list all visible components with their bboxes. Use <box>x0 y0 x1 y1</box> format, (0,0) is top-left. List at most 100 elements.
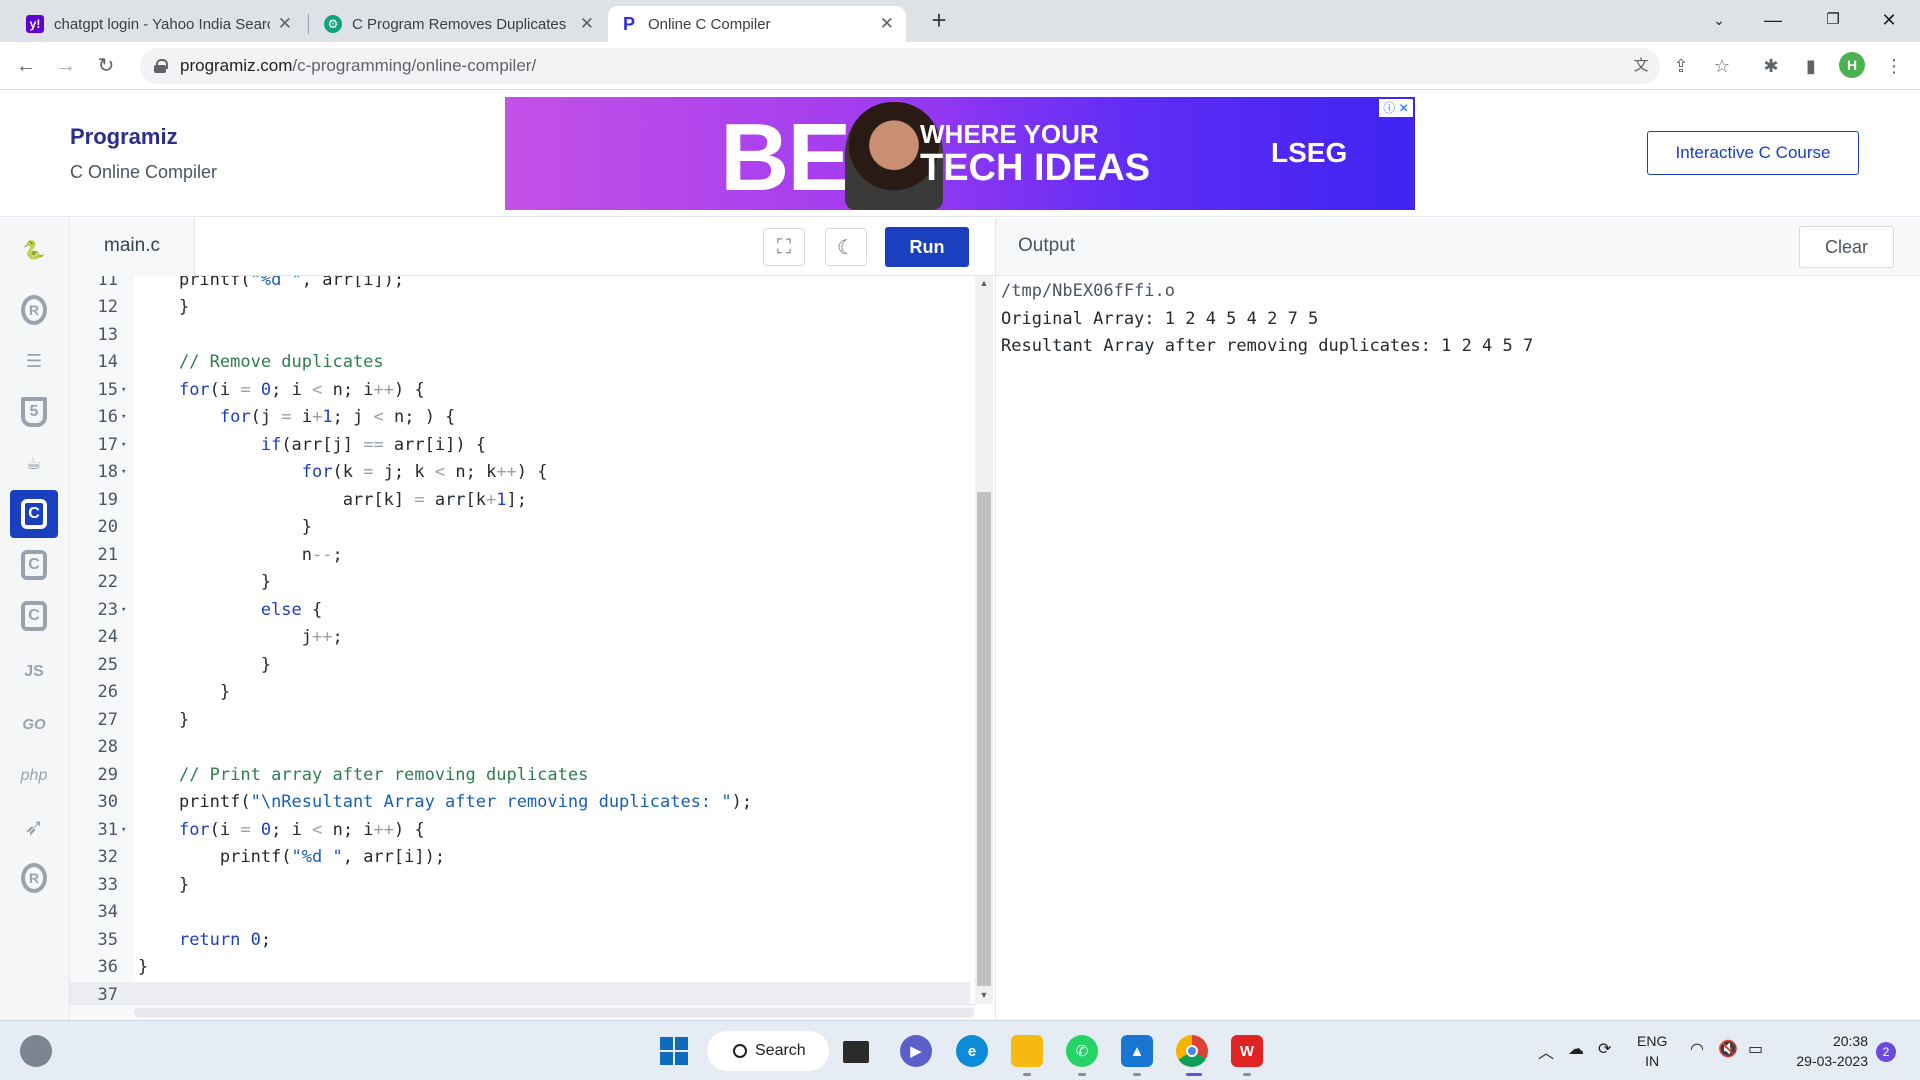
bookmark-star-icon[interactable]: ☆ <box>1709 53 1735 79</box>
fold-chevron-icon[interactable]: ▾ <box>121 404 126 432</box>
code-line[interactable]: 22 } <box>70 569 970 597</box>
share-icon[interactable]: ⇪ <box>1668 53 1694 79</box>
swift-icon[interactable]: ➶ <box>10 803 58 851</box>
chrome-icon[interactable] <box>1176 1035 1208 1067</box>
code-line[interactable]: 27 } <box>70 707 970 735</box>
dark-mode-moon-icon[interactable]: ☾ <box>825 228 867 266</box>
side-panel-icon[interactable]: ▮ <box>1798 53 1824 79</box>
photos-app-icon[interactable]: ▲ <box>1121 1035 1153 1067</box>
file-tab-main-c[interactable]: main.c <box>70 218 195 276</box>
sync-icon[interactable]: ⟳ <box>1598 1039 1611 1059</box>
code-line[interactable]: 23 ▾ else { <box>70 597 970 625</box>
java-icon[interactable]: ☕ <box>10 439 58 487</box>
reload-icon[interactable]: ↻ <box>90 50 122 82</box>
forward-arrow-icon[interactable]: → <box>50 50 82 82</box>
code-line[interactable]: 36} <box>70 954 970 982</box>
code-line[interactable]: 31 ▾ for(i = 0; i < n; i++) { <box>70 817 970 845</box>
ad-banner[interactable]: BE WHERE YOUR TECH IDEAS LSEG ⓘ ✕ <box>505 97 1415 210</box>
fold-chevron-icon[interactable]: ▾ <box>121 377 126 405</box>
cplusplus-icon[interactable]: C <box>10 541 58 589</box>
extensions-puzzle-icon[interactable]: ✱ <box>1758 53 1784 79</box>
programiz-logo[interactable]: Programiz <box>70 124 178 150</box>
minimize-button[interactable]: — <box>1746 0 1800 42</box>
close-icon[interactable]: ✕ <box>278 14 292 34</box>
run-button[interactable]: Run <box>885 227 969 267</box>
wifi-icon[interactable]: ◠ <box>1690 1039 1704 1059</box>
input-language-indicator[interactable]: ENG IN <box>1637 1031 1667 1071</box>
profile-avatar[interactable]: H <box>1839 52 1865 78</box>
translate-icon[interactable]: 文 <box>1628 53 1654 79</box>
code-line[interactable]: 32 printf("%d ", arr[i]); <box>70 844 970 872</box>
scrollbar-thumb[interactable] <box>134 1008 974 1017</box>
r-language-icon[interactable]: R <box>10 286 58 334</box>
code-line[interactable]: 28 <box>70 734 970 762</box>
code-line[interactable]: 25 } <box>70 652 970 680</box>
code-line[interactable]: 21 n--; <box>70 542 970 570</box>
code-line[interactable]: 15 ▾ for(i = 0; i < n; i++) { <box>70 377 970 405</box>
code-editor[interactable]: 11 printf("%d ", arr[i]); 12 } 13 14 // Rem… <box>70 276 995 1020</box>
scroll-down-icon[interactable]: ▼ <box>978 990 990 1000</box>
new-tab-button[interactable]: + <box>924 6 954 36</box>
scroll-up-icon[interactable]: ▲ <box>978 278 990 288</box>
c-language-icon[interactable]: C <box>10 490 58 538</box>
wps-office-icon[interactable]: W <box>1231 1035 1263 1067</box>
python-icon[interactable]: 🐍 <box>10 226 58 274</box>
close-icon[interactable]: ✕ <box>580 14 594 34</box>
code-line[interactable]: 29 // Print array after removing duplica… <box>70 762 970 790</box>
fullscreen-icon[interactable]: ⛶ <box>763 228 805 266</box>
javascript-icon[interactable]: JS <box>10 648 58 696</box>
edge-browser-icon[interactable]: e <box>956 1035 988 1067</box>
code-line[interactable]: 16 ▾ for(j = i+1; j < n; ) { <box>70 404 970 432</box>
clear-button[interactable]: Clear <box>1799 226 1894 268</box>
whatsapp-icon[interactable]: ✆ <box>1066 1035 1098 1067</box>
system-clock[interactable]: 20:38 29-03-2023 <box>1786 1031 1868 1071</box>
tab-online-c-compiler[interactable]: P Online C Compiler ✕ <box>608 6 906 42</box>
code-line[interactable]: 26 } <box>70 679 970 707</box>
fold-chevron-icon[interactable]: ▾ <box>121 817 126 845</box>
interactive-course-button[interactable]: Interactive C Course <box>1647 131 1859 175</box>
teams-chat-icon[interactable]: ▶ <box>900 1035 932 1067</box>
go-icon[interactable]: GO <box>10 700 58 748</box>
editor-horizontal-scrollbar[interactable] <box>70 1004 975 1020</box>
address-bar[interactable]: programiz.com/c-programming/online-compi… <box>140 48 1660 84</box>
windows-start-icon[interactable] <box>658 1035 690 1067</box>
back-arrow-icon[interactable]: ← <box>10 50 42 82</box>
code-line[interactable]: 30 printf("\nResultant Array after remov… <box>70 789 970 817</box>
onedrive-cloud-icon[interactable]: ☁ <box>1568 1039 1584 1059</box>
notification-badge[interactable]: 2 <box>1876 1042 1896 1062</box>
fold-chevron-icon[interactable]: ▾ <box>121 597 126 625</box>
speaker-muted-icon[interactable]: 🔇 <box>1718 1039 1738 1059</box>
file-explorer-icon[interactable] <box>1011 1035 1043 1067</box>
weather-widget-icon[interactable] <box>20 1035 52 1067</box>
code-line[interactable]: 34 <box>70 899 970 927</box>
scrollbar-thumb[interactable] <box>977 492 991 986</box>
code-line[interactable]: 17 ▾ if(arr[j] == arr[i]) { <box>70 432 970 460</box>
restore-button[interactable]: ❐ <box>1806 0 1860 42</box>
code-line[interactable]: 12 } <box>70 294 970 322</box>
close-window-button[interactable]: ✕ <box>1862 0 1916 42</box>
code-line[interactable]: 14 // Remove duplicates <box>70 349 970 377</box>
rust-icon[interactable]: R <box>10 854 58 902</box>
tab-c-program-duplicates[interactable]: ⚙ C Program Removes Duplicates ✕ <box>312 6 606 42</box>
html5-icon[interactable]: 5 <box>10 388 58 436</box>
code-line[interactable]: 11 printf("%d ", arr[i]); <box>70 276 970 295</box>
fold-chevron-icon[interactable]: ▾ <box>121 432 126 460</box>
task-view-icon[interactable] <box>843 1041 869 1063</box>
code-line[interactable]: 33 } <box>70 872 970 900</box>
code-line[interactable]: 20 } <box>70 514 970 542</box>
csharp-icon[interactable]: C <box>10 592 58 640</box>
fold-chevron-icon[interactable]: ▾ <box>121 459 126 487</box>
tab-yahoo-search[interactable]: y! chatgpt login - Yahoo India Searc ✕ <box>14 6 304 42</box>
php-icon[interactable]: php <box>10 752 58 800</box>
ad-close-icon[interactable]: ⓘ ✕ <box>1379 99 1413 117</box>
code-line[interactable]: 18 ▾ for(k = j; k < n; k++) { <box>70 459 970 487</box>
code-line[interactable]: 13 <box>70 322 970 350</box>
menu-kebab-icon[interactable]: ⋮ <box>1881 53 1907 79</box>
taskbar-search[interactable]: Search <box>707 1031 829 1071</box>
code-line[interactable]: 19 arr[k] = arr[k+1]; <box>70 487 970 515</box>
close-icon[interactable]: ✕ <box>880 14 894 34</box>
battery-icon[interactable]: ▭ <box>1748 1039 1763 1059</box>
sql-database-icon[interactable]: ☰ <box>10 337 58 385</box>
code-line[interactable]: 24 j++; <box>70 624 970 652</box>
show-hidden-icons-chevron-icon[interactable]: ︿ <box>1538 1039 1554 1063</box>
